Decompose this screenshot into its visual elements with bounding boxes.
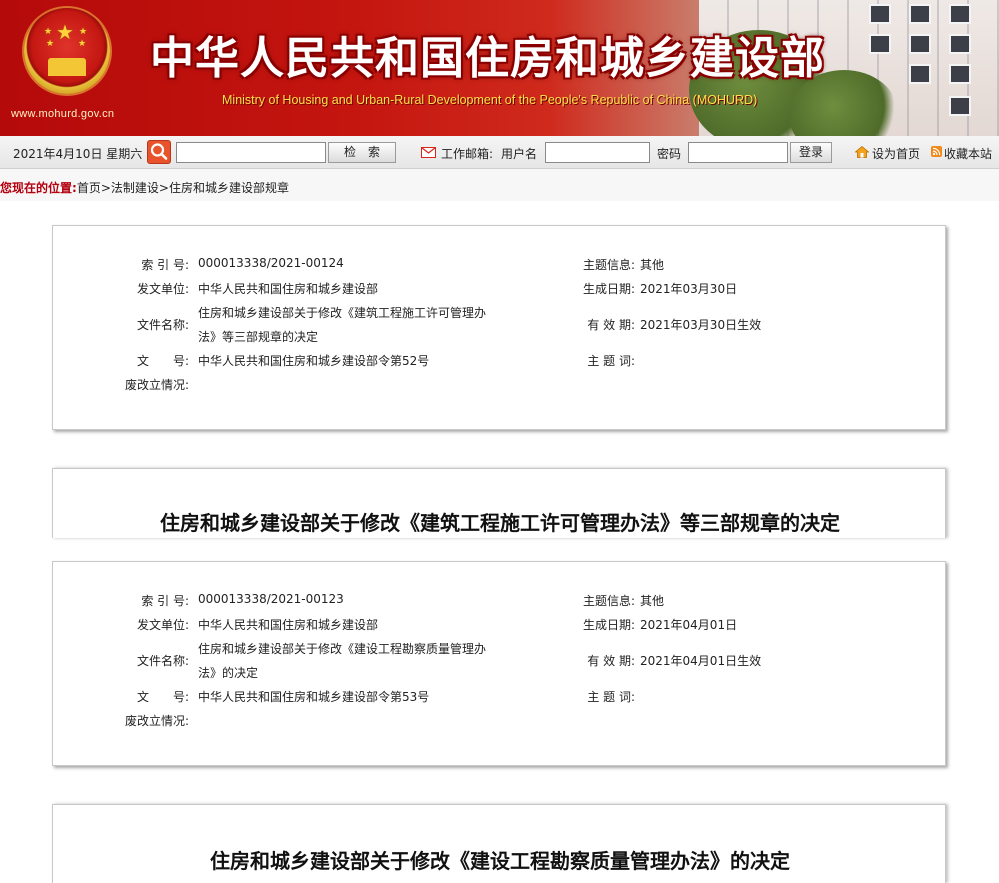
status-label: 废改立情况: bbox=[124, 378, 189, 392]
keywords-label: 主 题 词: bbox=[587, 690, 635, 704]
document-info-panel: 索 引 号: 000013338/2021-00124 主题信息: 其他 发文单… bbox=[52, 225, 946, 430]
topic-value: 其他 bbox=[640, 594, 665, 608]
topic-label: 主题信息: bbox=[582, 258, 635, 272]
filename-value-line2: 法》的决定 bbox=[198, 666, 259, 680]
doc-no-label: 文 号: bbox=[136, 354, 189, 368]
breadcrumb-separator: > bbox=[158, 181, 169, 195]
search-button[interactable]: 检 索 bbox=[328, 142, 396, 163]
status-label: 废改立情况: bbox=[124, 714, 189, 728]
site-url[interactable]: www.mohurd.gov.cn bbox=[11, 108, 114, 120]
date-value: 2021年03月30日 bbox=[640, 282, 738, 296]
password-label: 密码 bbox=[657, 147, 682, 161]
filename-value-line1: 住房和城乡建设部关于修改《建设工程勘察质量管理办 bbox=[198, 642, 487, 656]
doc-no-value: 中华人民共和国住房和城乡建设部令第52号 bbox=[198, 354, 430, 368]
breadcrumb-item-legal[interactable]: 法制建设 bbox=[111, 181, 159, 195]
filename-value-line1: 住房和城乡建设部关于修改《建筑工程施工许可管理办 bbox=[198, 306, 487, 320]
set-home-link[interactable]: 设为首页 bbox=[872, 145, 920, 162]
date-label: 生成日期: bbox=[582, 282, 635, 296]
login-button[interactable]: 登录 bbox=[790, 142, 832, 163]
issuer-value: 中华人民共和国住房和城乡建设部 bbox=[198, 282, 379, 296]
document-heading: 住房和城乡建设部关于修改《建设工程勘察质量管理办法》的决定 bbox=[210, 849, 790, 873]
issuer-label: 发文单位: bbox=[136, 282, 189, 296]
breadcrumb-item-home[interactable]: 首页 bbox=[77, 181, 101, 195]
password-field[interactable] bbox=[688, 142, 788, 163]
rss-bookmark-icon[interactable] bbox=[931, 146, 942, 160]
index-no-label: 索 引 号: bbox=[141, 258, 189, 272]
date-label: 生成日期: bbox=[582, 618, 635, 632]
index-no-value: 000013338/2021-00123 bbox=[198, 592, 344, 606]
index-no-value: 000013338/2021-00124 bbox=[198, 256, 344, 270]
current-date: 2021年4月10日 星期六 bbox=[13, 147, 143, 161]
document-heading-panel: 住房和城乡建设部关于修改《建设工程勘察质量管理办法》的决定 bbox=[52, 804, 946, 883]
username-label: 用户名 bbox=[501, 147, 538, 161]
envelope-icon bbox=[421, 147, 436, 161]
magnifier-icon[interactable] bbox=[147, 140, 171, 164]
national-emblem-icon[interactable]: ★ ★ ★ ★ ★ bbox=[24, 8, 110, 94]
issuer-value: 中华人民共和国住房和城乡建设部 bbox=[198, 618, 379, 632]
top-toolbar: 2021年4月10日 星期六 检 索 工作邮箱: 用户名 密码 登录 设为首页 bbox=[0, 136, 999, 169]
doc-no-value: 中华人民共和国住房和城乡建设部令第53号 bbox=[198, 690, 430, 704]
site-banner: ★ ★ ★ ★ ★ www.mohurd.gov.cn 中华人民共和国住房和城乡… bbox=[0, 0, 999, 136]
keywords-label: 主 题 词: bbox=[587, 354, 635, 368]
document-heading: 住房和城乡建设部关于修改《建筑工程施工许可管理办法》等三部规章的决定 bbox=[160, 511, 840, 535]
topic-label: 主题信息: bbox=[582, 594, 635, 608]
document-heading-panel: 住房和城乡建设部关于修改《建筑工程施工许可管理办法》等三部规章的决定 bbox=[52, 468, 946, 538]
doc-no-label: 文 号: bbox=[136, 690, 189, 704]
breadcrumb: 您现在的位置:首页>法制建设>住房和城乡建设部规章 bbox=[0, 169, 999, 201]
topic-value: 其他 bbox=[640, 258, 665, 272]
breadcrumb-item-regulations[interactable]: 住房和城乡建设部规章 bbox=[169, 181, 289, 195]
issuer-label: 发文单位: bbox=[136, 618, 189, 632]
bookmark-link[interactable]: 收藏本站 bbox=[944, 145, 992, 162]
house-icon[interactable] bbox=[854, 145, 870, 161]
validity-label: 有 效 期: bbox=[587, 318, 635, 332]
index-no-label: 索 引 号: bbox=[141, 594, 189, 608]
username-field[interactable] bbox=[545, 142, 650, 163]
work-mail-label: 工作邮箱: bbox=[441, 147, 494, 161]
validity-label: 有 效 期: bbox=[587, 654, 635, 668]
site-title-en: Ministry of Housing and Urban-Rural Deve… bbox=[222, 93, 758, 107]
document-info-panel: 索 引 号: 000013338/2021-00123 主题信息: 其他 发文单… bbox=[52, 561, 946, 766]
breadcrumb-separator: > bbox=[100, 181, 111, 195]
site-title-cn: 中华人民共和国住房和城乡建设部 bbox=[150, 33, 825, 84]
filename-value-line2: 法》等三部规章的决定 bbox=[198, 330, 319, 344]
validity-value: 2021年03月30日生效 bbox=[640, 318, 762, 332]
date-value: 2021年04月01日 bbox=[640, 618, 738, 632]
filename-label: 文件名称: bbox=[136, 654, 189, 668]
breadcrumb-label: 您现在的位置: bbox=[0, 181, 77, 195]
filename-label: 文件名称: bbox=[136, 318, 189, 332]
search-input[interactable] bbox=[176, 142, 326, 163]
validity-value: 2021年04月01日生效 bbox=[640, 654, 762, 668]
